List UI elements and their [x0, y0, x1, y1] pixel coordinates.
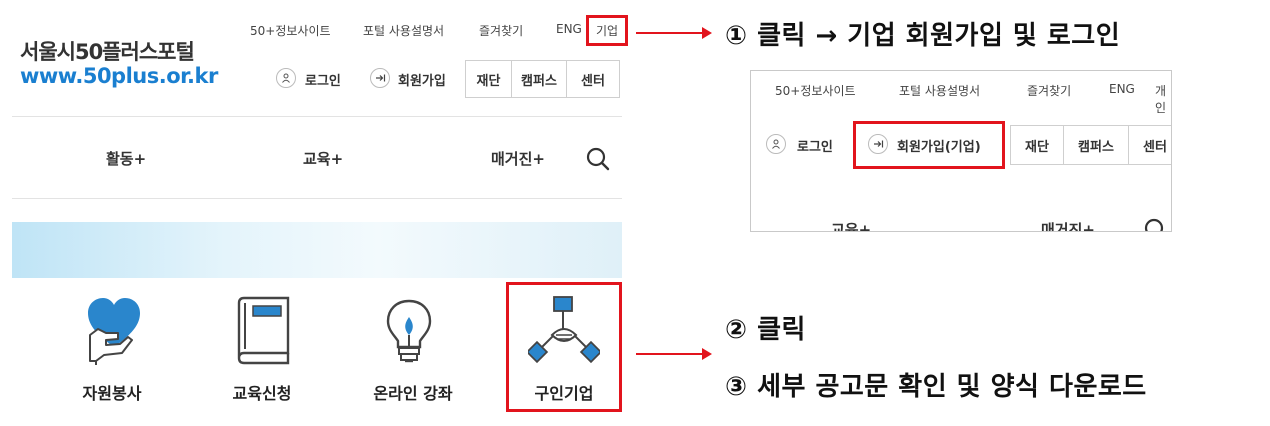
logo-url[interactable]: www.50plus.or.kr: [20, 64, 218, 88]
book-icon[interactable]: [233, 295, 293, 369]
step3-text: ③ 세부 공고문 확인 및 양식 다운로드: [725, 372, 1147, 402]
top-link-company[interactable]: 기업: [596, 22, 618, 39]
top-link-eng[interactable]: ENG: [556, 22, 582, 36]
top-link-info-site[interactable]: 50+정보사이트: [250, 22, 331, 39]
tile-course-apply[interactable]: 교육신청: [212, 380, 312, 404]
step1-text: ① 클릭 → 기업 회원가입 및 로그인: [725, 21, 1121, 51]
inset-segment-foundation[interactable]: 재단: [1010, 125, 1064, 165]
inset-screenshot: 50+정보사이트 포털 사용설명서 즐겨찾기 ENG 개인 로그인 회원가입(기…: [750, 70, 1172, 232]
inset-nav-education[interactable]: 교육+: [831, 219, 871, 231]
segment-foundation[interactable]: 재단: [465, 60, 512, 98]
top-link-portal-guide[interactable]: 포털 사용설명서: [363, 22, 444, 39]
arrow-step1-line: [636, 32, 704, 34]
nav-divider: [12, 198, 622, 199]
signup-link[interactable]: 회원가입: [398, 70, 446, 89]
nav-education[interactable]: 교육+: [303, 148, 343, 169]
arrow-step1-head: [702, 27, 712, 39]
user-icon: [276, 68, 296, 88]
inset-top-link-info-site[interactable]: 50+정보사이트: [775, 82, 856, 99]
header-divider: [12, 116, 622, 117]
heart-hand-icon[interactable]: [84, 295, 144, 369]
hero-banner: [12, 222, 622, 278]
inset-nav-magazine[interactable]: 매거진+: [1041, 219, 1095, 231]
tile-volunteer[interactable]: 자원봉사: [62, 380, 162, 404]
inset-segment-campus[interactable]: 캠퍼스: [1063, 125, 1129, 165]
lightbulb-icon[interactable]: [381, 295, 437, 371]
inset-top-link-favorites[interactable]: 즐겨찾기: [1027, 82, 1071, 99]
inset-top-link-personal[interactable]: 개인: [1155, 82, 1171, 116]
logo-title[interactable]: 서울시50플러스포털: [20, 36, 195, 66]
tile-online-course[interactable]: 온라인 강좌: [355, 380, 471, 404]
inset-login-link[interactable]: 로그인: [797, 136, 833, 155]
segment-center[interactable]: 센터: [566, 60, 620, 98]
inset-user-icon: [766, 134, 786, 154]
step2-text: ② 클릭: [725, 315, 806, 345]
inset-top-link-eng[interactable]: ENG: [1109, 82, 1135, 96]
arrow-step2-head: [702, 348, 712, 360]
nav-magazine[interactable]: 매거진+: [491, 148, 545, 169]
search-icon[interactable]: [585, 146, 611, 176]
signin-arrow-icon: [370, 68, 390, 88]
inset-segment-center[interactable]: 센터: [1128, 125, 1171, 165]
top-link-favorites[interactable]: 즐겨찾기: [479, 22, 523, 39]
nav-activity[interactable]: 활동+: [106, 148, 146, 169]
inset-top-link-portal-guide[interactable]: 포털 사용설명서: [899, 82, 980, 99]
inset-signup-company-link[interactable]: 회원가입(기업): [897, 136, 981, 155]
arrow-step2-line: [636, 353, 704, 355]
inset-signin-arrow-icon: [868, 134, 888, 154]
tile-hiring-company[interactable]: 구인기업: [514, 380, 614, 404]
segment-campus[interactable]: 캠퍼스: [511, 60, 567, 98]
login-link[interactable]: 로그인: [305, 70, 341, 89]
teamwork-hands-icon[interactable]: [525, 295, 603, 369]
inset-search-icon[interactable]: [1143, 217, 1169, 231]
